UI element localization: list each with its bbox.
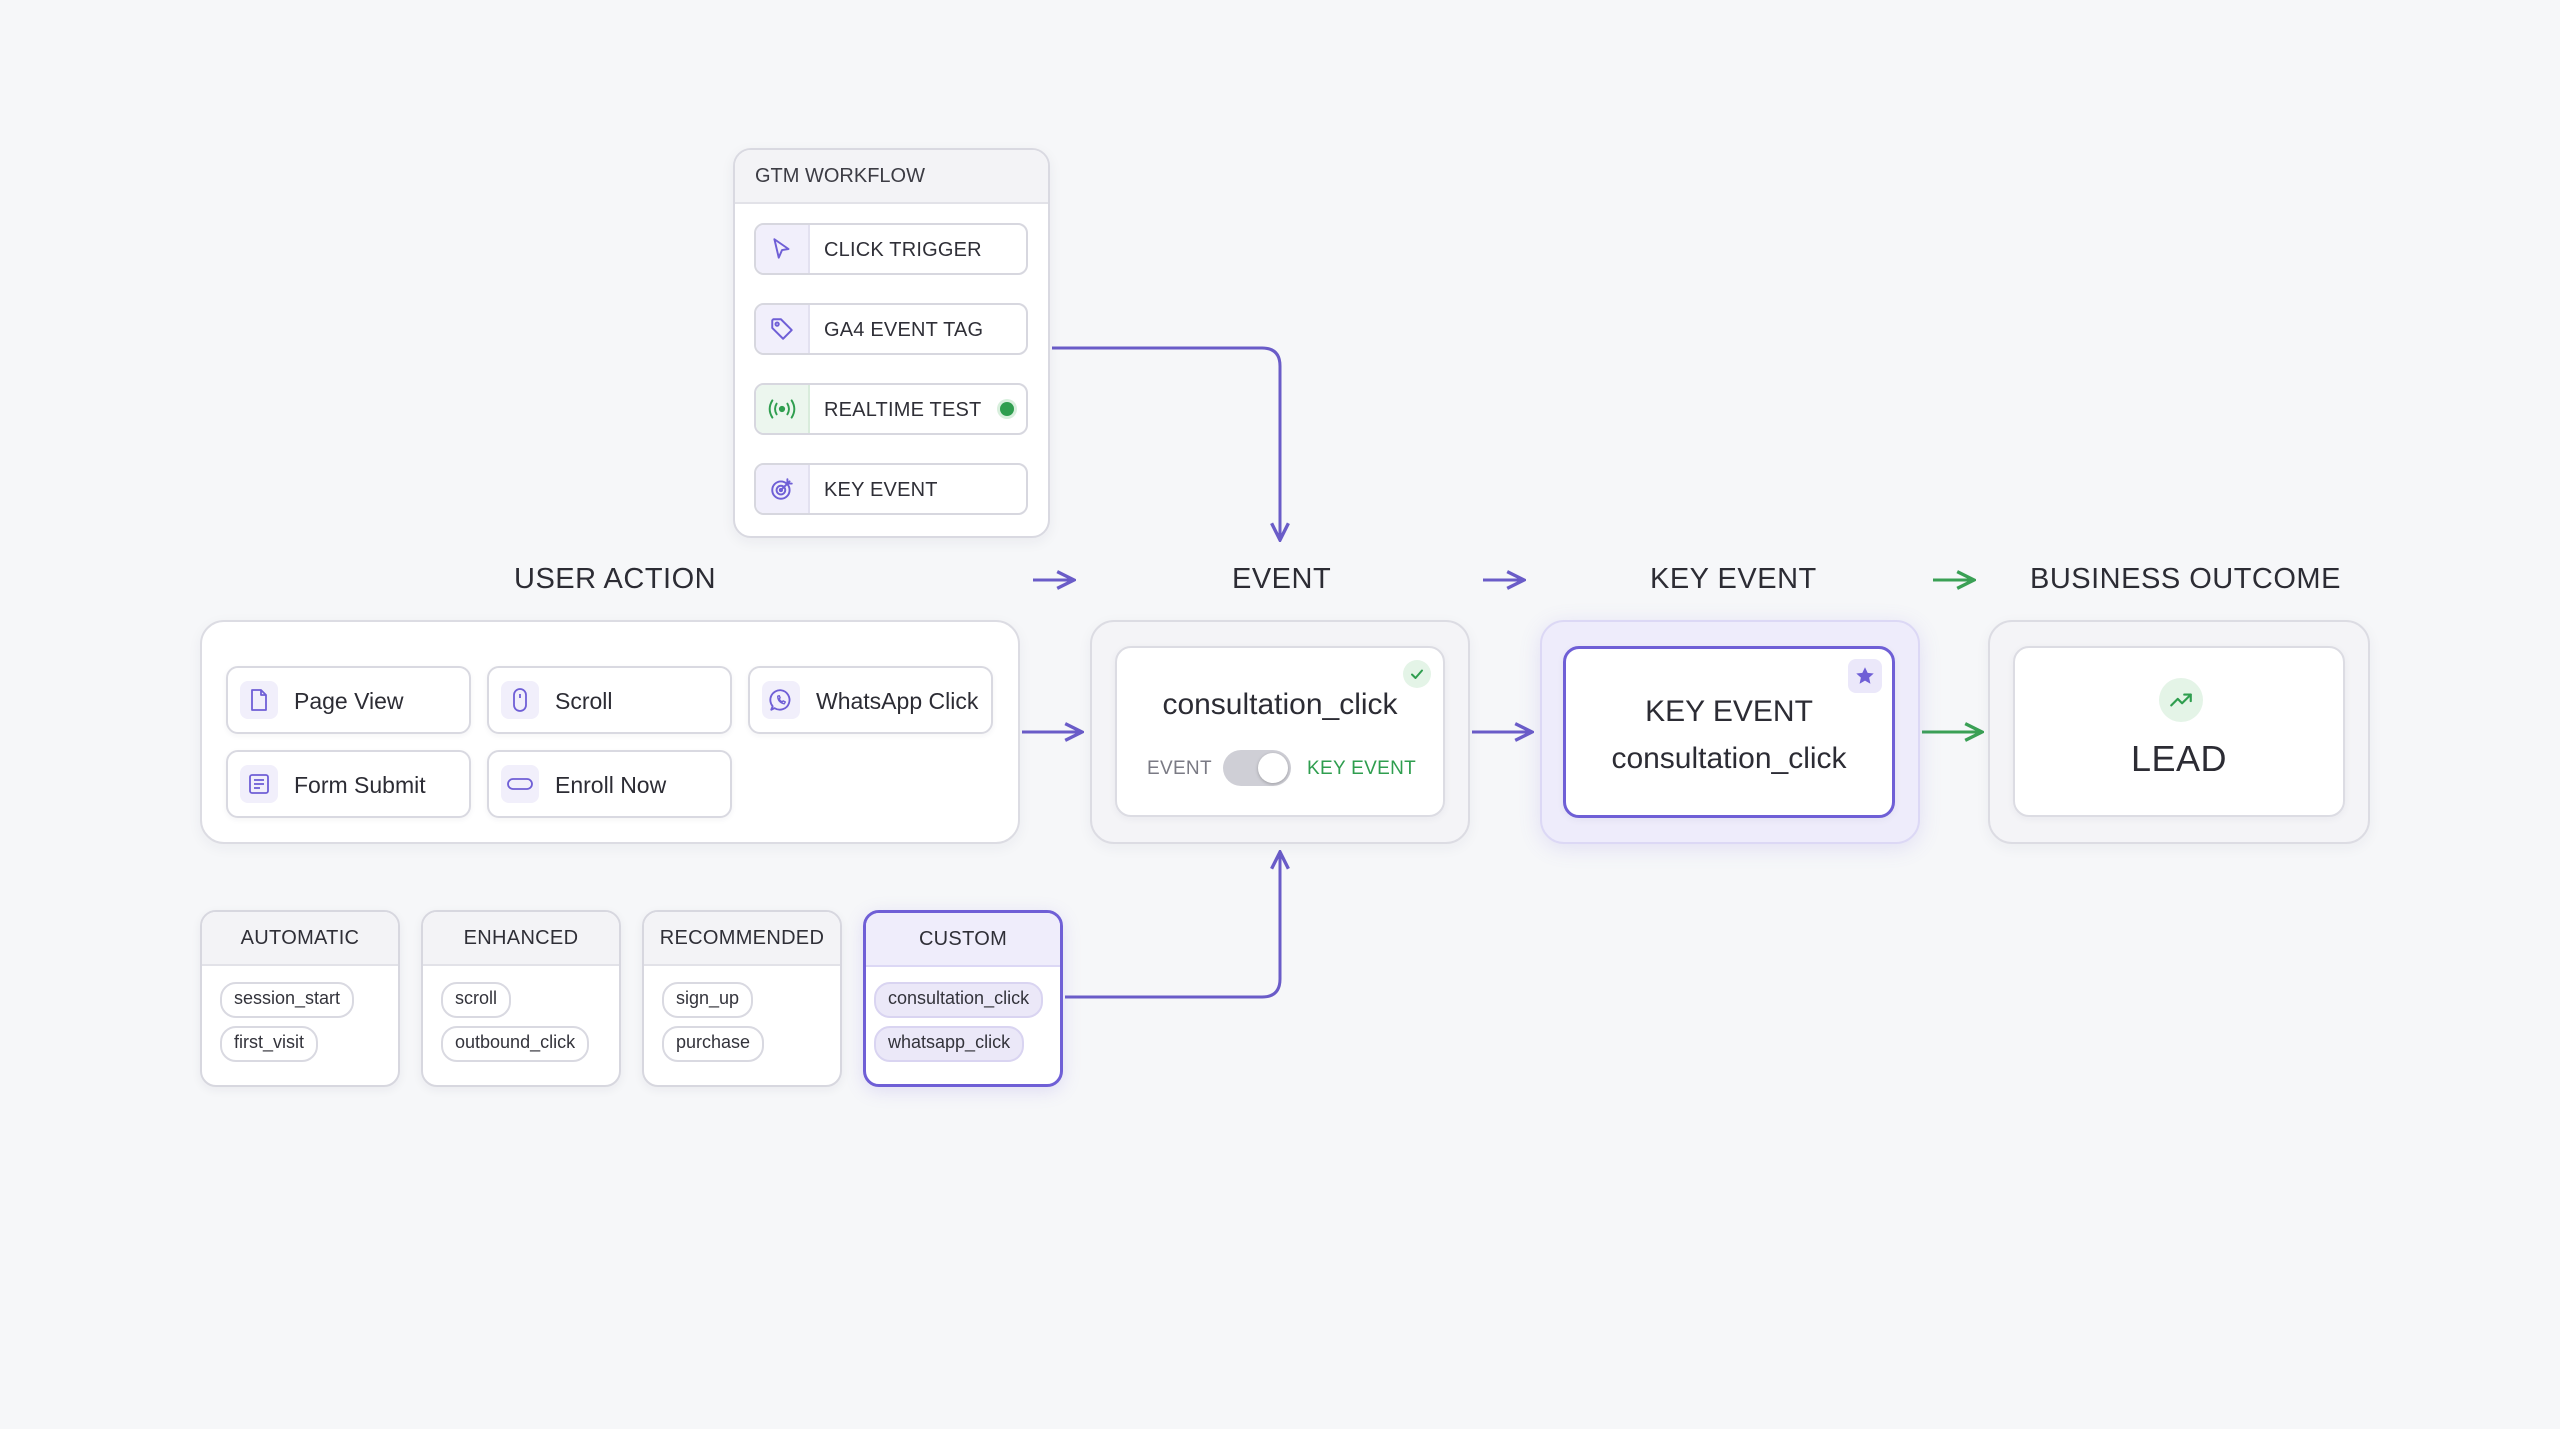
category-recommended: RECOMMENDED sign_up purchase [642,910,842,1087]
target-icon [756,465,810,513]
gtm-step-key-event[interactable]: KEY EVENT [754,463,1028,515]
category-title: AUTOMATIC [240,926,360,949]
event-chip[interactable]: scroll [441,982,512,1018]
gtm-step-label: REALTIME TEST [824,399,982,421]
live-status-dot [1000,402,1014,416]
outcome-label: LEAD [2130,738,2228,779]
gtm-step-label: GA4 EVENT TAG [824,319,984,341]
button-icon [501,765,539,803]
form-icon [240,765,278,803]
event-chip[interactable]: first_visit [220,1026,319,1062]
toggle-on-label: KEY EVENT [1307,758,1416,779]
check-icon [1403,660,1431,688]
category-title: RECOMMENDED [659,926,825,949]
category-custom: CUSTOM consultation_click whatsapp_click [863,910,1063,1087]
action-enroll-now[interactable]: Enroll Now [487,750,732,818]
stage-header-user-action: USER ACTION [514,563,717,595]
category-automatic: AUTOMATIC session_start first_visit [200,910,400,1087]
event-chip[interactable]: purchase [662,1026,765,1062]
key-event-card[interactable]: KEY EVENT consultation_click [1563,646,1895,818]
action-label: Enroll Now [555,772,667,798]
event-chip[interactable]: outbound_click [441,1026,590,1062]
gtm-step-label: CLICK TRIGGER [824,239,982,261]
tag-icon [756,305,810,353]
broadcast-icon [756,385,810,433]
event-card[interactable]: consultation_click EVENT KEY EVENT [1115,646,1445,817]
category-title: ENHANCED [463,926,579,949]
cursor-pointer-icon [756,225,810,273]
gtm-workflow-title: GTM WORKFLOW [755,165,925,187]
stage-header-key-event: KEY EVENT [1650,563,1817,595]
stage-header-business-outcome: BUSINESS OUTCOME [2030,563,2341,595]
action-scroll[interactable]: Scroll [487,666,732,734]
lead-card[interactable]: LEAD [2013,646,2345,817]
whatsapp-icon [762,681,800,719]
mouse-icon [501,681,539,719]
event-chip[interactable]: whatsapp_click [874,1026,1025,1062]
action-page-view[interactable]: Page View [226,666,471,734]
star-icon [1848,659,1882,693]
event-chip[interactable]: sign_up [662,982,754,1018]
event-chip[interactable]: session_start [220,982,355,1018]
trending-up-icon [2159,678,2203,722]
action-label: Page View [294,688,404,714]
document-icon [240,681,278,719]
action-label: Form Submit [294,772,426,798]
action-label: WhatsApp Click [816,688,979,714]
key-event-name: consultation_click [1611,742,1847,775]
gtm-step-click-trigger[interactable]: CLICK TRIGGER [754,223,1028,275]
event-chip[interactable]: consultation_click [874,982,1044,1018]
action-label: Scroll [555,688,613,714]
category-title: CUSTOM [918,927,1008,950]
stage-header-event: EVENT [1232,563,1332,595]
category-enhanced: ENHANCED scroll outbound_click [421,910,621,1087]
action-whatsapp-click[interactable]: WhatsApp Click [748,666,993,734]
key-event-title: KEY EVENT [1645,695,1813,728]
gtm-step-label: KEY EVENT [824,479,938,501]
custom-to-event-connector [1065,852,1280,999]
gtm-to-event-connector [1052,346,1280,540]
gtm-step-ga4-event-tag[interactable]: GA4 EVENT TAG [754,303,1028,355]
gtm-step-realtime-test[interactable]: REALTIME TEST [754,383,1028,435]
event-name: consultation_click [1162,688,1398,721]
toggle-off-label: EVENT [1147,758,1212,779]
toggle-knob [1258,753,1288,783]
gtm-workflow-header: GTM WORKFLOW [735,150,1048,204]
event-key-event-toggle[interactable] [1223,750,1291,786]
action-form-submit[interactable]: Form Submit [226,750,471,818]
